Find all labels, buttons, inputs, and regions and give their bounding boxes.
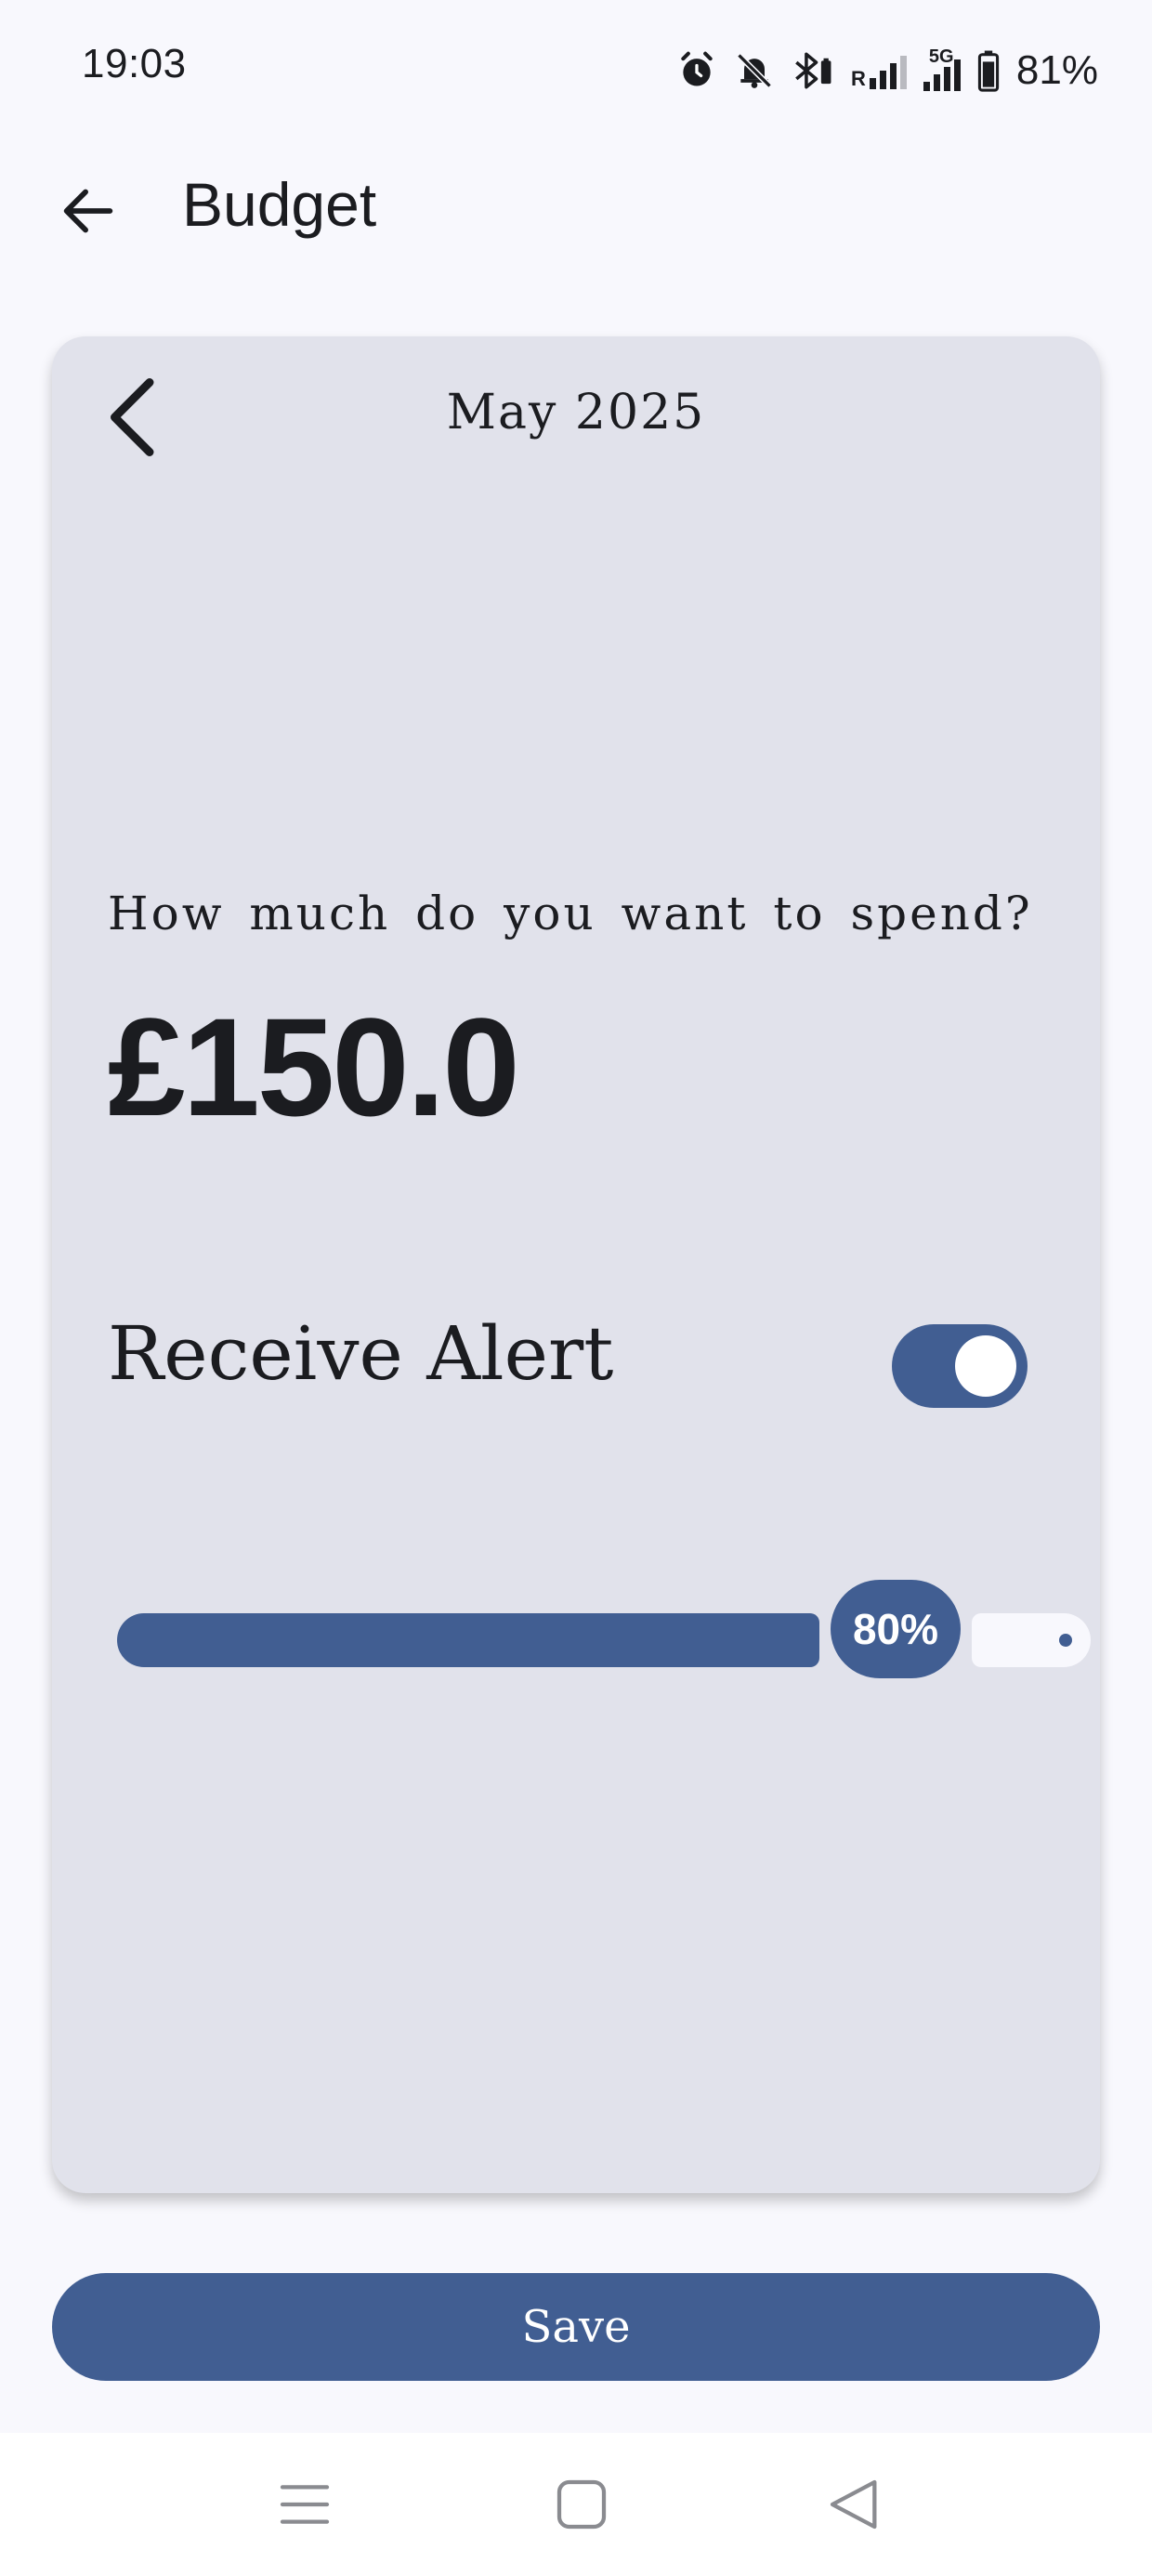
- bluetooth-icon: [795, 52, 831, 89]
- mute-icon: [737, 53, 772, 88]
- signal-bar: [933, 74, 940, 91]
- signal-bar: [879, 71, 886, 89]
- menu-icon[interactable]: [275, 2475, 334, 2534]
- signal-bar: [889, 63, 897, 89]
- signal-icon: R: [851, 52, 907, 89]
- slider-stop-indicator: [1059, 1634, 1072, 1647]
- alert-threshold-slider[interactable]: 80%: [117, 1580, 1091, 1701]
- receive-alert-label: Receive Alert: [108, 1310, 614, 1397]
- signal-bar: [923, 82, 930, 91]
- battery-percent: 81%: [1015, 47, 1098, 93]
- network-type-label: 5G: [928, 46, 954, 67]
- alarm-icon: [681, 51, 713, 86]
- signal-5g-icon: 5G: [923, 46, 961, 91]
- slider-inactive-track: [972, 1613, 1091, 1667]
- home-icon[interactable]: [552, 2475, 611, 2534]
- signal-bar: [943, 67, 950, 91]
- battery-icon: [977, 50, 1000, 92]
- signal-bar: [899, 56, 907, 89]
- navigation-bar: [0, 2433, 1152, 2576]
- receive-alert-toggle[interactable]: [892, 1324, 1028, 1408]
- status-bar: 19:03 R 5G 81%: [0, 0, 1152, 139]
- slider-thumb[interactable]: 80%: [831, 1580, 961, 1678]
- app-bar: Budget: [0, 158, 1152, 260]
- budget-amount[interactable]: £150.0: [108, 987, 520, 1148]
- signal-bar: [869, 78, 876, 89]
- status-time: 19:03: [82, 41, 187, 86]
- arrow-left-icon[interactable]: [56, 178, 121, 243]
- slider-active-track: [117, 1613, 819, 1667]
- budget-card: May 2025 How much do you want to spend? …: [52, 336, 1100, 2193]
- status-icons: R 5G 81%: [676, 41, 1098, 100]
- month-label: May 2025: [446, 385, 706, 440]
- page-title: Budget: [182, 170, 377, 239]
- save-button[interactable]: Save: [52, 2273, 1100, 2381]
- roaming-label: R: [851, 67, 866, 90]
- signal-bar: [953, 59, 961, 91]
- back-icon[interactable]: [825, 2475, 884, 2534]
- spend-prompt: How much do you want to spend?: [108, 887, 1033, 940]
- toggle-knob: [955, 1335, 1016, 1397]
